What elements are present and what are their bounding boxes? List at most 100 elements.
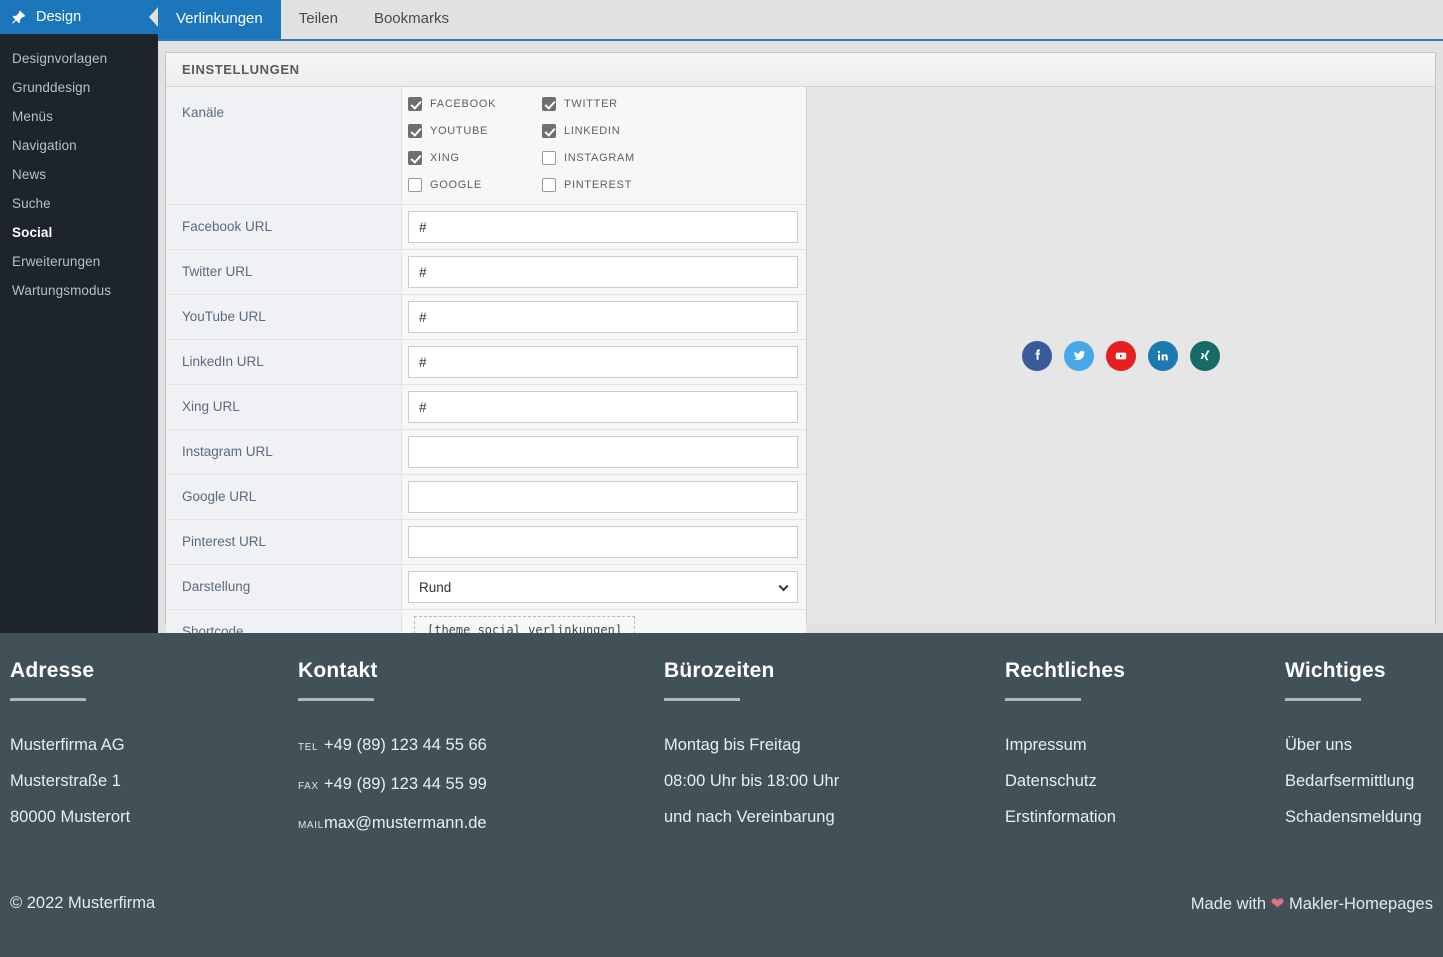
sidebar-active-arrow	[149, 7, 158, 27]
select-wrap-darstellung: Rund Eckig	[408, 571, 798, 603]
input-twitter-url[interactable]	[408, 256, 798, 288]
form-row-google-url: Google URL	[166, 475, 806, 520]
footer-link-impressum[interactable]: Impressum	[1005, 727, 1285, 763]
select-darstellung[interactable]: Rund Eckig	[408, 571, 798, 603]
checkbox-twitter[interactable]: TWITTER	[542, 97, 635, 111]
checkbox-pinterest[interactable]: PINTEREST	[542, 178, 635, 192]
tab-verlinkungen[interactable]: Verlinkungen	[158, 0, 281, 39]
panel-title: EINSTELLUNGEN	[166, 53, 1435, 87]
checkbox-box-xing[interactable]	[408, 151, 422, 165]
tab-bookmarks[interactable]: Bookmarks	[356, 0, 467, 39]
footer-line-fax: FAX +49 (89) 123 44 55 99	[298, 766, 664, 805]
input-youtube-url[interactable]	[408, 301, 798, 333]
footer-link-datenschutz[interactable]: Datenschutz	[1005, 763, 1285, 799]
footer-link-ueber-uns[interactable]: Über uns	[1285, 727, 1443, 763]
field-wrap-facebook-url	[402, 205, 806, 249]
footer-key-mail: MAIL	[298, 820, 324, 831]
input-google-url[interactable]	[408, 481, 798, 513]
footer-heading-underline	[10, 698, 86, 701]
footer-link-schadensmeldung[interactable]: Schadensmeldung	[1285, 799, 1443, 835]
label-youtube-url: YouTube URL	[166, 295, 402, 339]
checkbox-box-youtube[interactable]	[408, 124, 422, 138]
footer-column-adresse: Adresse Musterfirma AG Musterstraße 1 80…	[0, 651, 298, 844]
checkbox-xing[interactable]: XING	[408, 151, 542, 165]
made-with-text: Made with ❤ Makler-Homepages	[1191, 894, 1433, 914]
checkbox-box-instagram[interactable]	[542, 151, 556, 165]
field-wrap-pinterest-url	[402, 520, 806, 564]
checkbox-label-xing: XING	[430, 152, 460, 164]
checkbox-box-pinterest[interactable]	[542, 178, 556, 192]
checkbox-facebook[interactable]: FACEBOOK	[408, 97, 542, 111]
checkbox-box-twitter[interactable]	[542, 97, 556, 111]
copyright-text: © 2022 Musterfirma	[10, 894, 156, 912]
sidebar-item-menus[interactable]: Menüs	[0, 102, 158, 131]
sidebar-item-suche[interactable]: Suche	[0, 189, 158, 218]
sidebar-item-wartungsmodus[interactable]: Wartungsmodus	[0, 276, 158, 305]
checkbox-label-twitter: TWITTER	[564, 98, 618, 110]
xing-icon[interactable]	[1190, 340, 1220, 371]
made-with-brand[interactable]: Makler-Homepages	[1289, 895, 1433, 913]
checkbox-instagram[interactable]: INSTAGRAM	[542, 151, 635, 165]
content-area: Verlinkungen Teilen Bookmarks EINSTELLUN…	[158, 0, 1443, 650]
checkbox-label-instagram: INSTAGRAM	[564, 152, 635, 164]
sidebar-item-erweiterungen[interactable]: Erweiterungen	[0, 247, 158, 276]
sidebar-item-news[interactable]: News	[0, 160, 158, 189]
form-row-darstellung: Darstellung Rund Eckig	[166, 565, 806, 610]
label-xing-url: Xing URL	[166, 385, 402, 429]
checkbox-label-facebook: FACEBOOK	[430, 98, 497, 110]
label-facebook-url: Facebook URL	[166, 205, 402, 249]
twitter-icon[interactable]	[1064, 340, 1094, 371]
footer-column-rechtliches: Rechtliches Impressum Datenschutz Erstin…	[1005, 651, 1285, 844]
checkbox-box-facebook[interactable]	[408, 97, 422, 111]
linkedin-icon[interactable]	[1148, 340, 1178, 371]
sidebar-item-social[interactable]: Social	[0, 218, 158, 247]
footer-text: Montag bis Freitag	[664, 736, 801, 754]
footer-value-fax: +49 (89) 123 44 55 99	[324, 775, 487, 793]
sidebar-item-navigation[interactable]: Navigation	[0, 131, 158, 160]
input-facebook-url[interactable]	[408, 211, 798, 243]
facebook-icon[interactable]	[1022, 340, 1052, 371]
footer-text: und nach Vereinbarung	[664, 808, 835, 826]
checkbox-linkedin[interactable]: LINKEDIN	[542, 124, 635, 138]
checkbox-youtube[interactable]: YOUTUBE	[408, 124, 542, 138]
checkbox-label-google: GOOGLE	[430, 179, 482, 191]
footer-line: 08:00 Uhr bis 18:00 Uhr	[664, 763, 1005, 799]
sidebar: Design Designvorlagen Grunddesign Menüs …	[0, 0, 158, 633]
sidebar-item-grunddesign[interactable]: Grunddesign	[0, 73, 158, 102]
footer-text: Musterstraße 1	[10, 772, 121, 790]
footer-value-mail[interactable]: max@mustermann.de	[324, 814, 487, 832]
label-linkedin-url: LinkedIn URL	[166, 340, 402, 384]
input-xing-url[interactable]	[408, 391, 798, 423]
footer-link-erstinformation[interactable]: Erstinformation	[1005, 799, 1285, 835]
field-wrap-darstellung: Rund Eckig	[402, 565, 806, 609]
footer-heading-buerozeiten: Bürozeiten	[664, 659, 775, 682]
checkbox-box-google[interactable]	[408, 178, 422, 192]
footer-heading-kontakt: Kontakt	[298, 659, 378, 682]
field-wrap-youtube-url	[402, 295, 806, 339]
footer-text: 80000 Musterort	[10, 808, 131, 826]
label-twitter-url: Twitter URL	[166, 250, 402, 294]
label-kanaele: Kanäle	[166, 87, 402, 204]
made-with-prefix: Made with	[1190, 895, 1266, 913]
settings-panel: EINSTELLUNGEN Kanäle FACEBOOK TWITTER YO…	[165, 52, 1436, 650]
footer-value-tel[interactable]: +49 (89) 123 44 55 66	[324, 736, 487, 754]
sidebar-header-design[interactable]: Design	[0, 0, 158, 34]
sidebar-item-designvorlagen[interactable]: Designvorlagen	[0, 44, 158, 73]
footer-line-tel: TEL +49 (89) 123 44 55 66	[298, 727, 664, 766]
input-pinterest-url[interactable]	[408, 526, 798, 558]
youtube-icon[interactable]	[1106, 340, 1136, 371]
footer-link-bedarfsermittlung[interactable]: Bedarfsermittlung	[1285, 763, 1443, 799]
settings-form: Kanäle FACEBOOK TWITTER YOUTUBE LINKEDIN…	[166, 87, 807, 650]
checkbox-box-linkedin[interactable]	[542, 124, 556, 138]
tab-teilen[interactable]: Teilen	[281, 0, 356, 39]
form-row-linkedin-url: LinkedIn URL	[166, 340, 806, 385]
heart-icon: ❤	[1270, 895, 1285, 913]
footer-line: 80000 Musterort	[10, 799, 298, 835]
form-row-instagram-url: Instagram URL	[166, 430, 806, 475]
input-linkedin-url[interactable]	[408, 346, 798, 378]
footer-text: Musterfirma AG	[10, 736, 125, 754]
footer-heading-adresse: Adresse	[10, 659, 95, 682]
input-instagram-url[interactable]	[408, 436, 798, 468]
field-wrap-xing-url	[402, 385, 806, 429]
checkbox-google[interactable]: GOOGLE	[408, 178, 542, 192]
